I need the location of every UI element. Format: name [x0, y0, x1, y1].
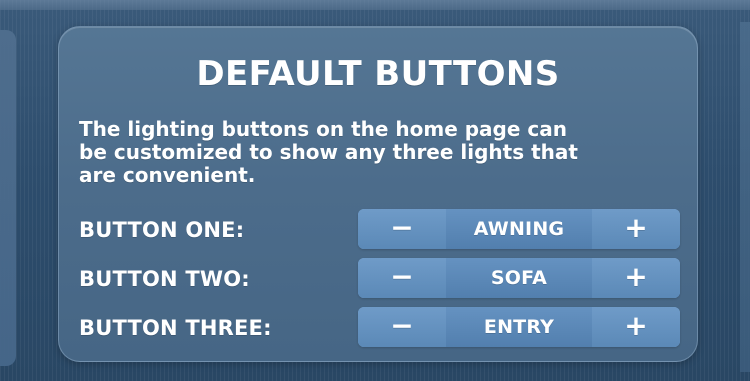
button-two-setting: BUTTON TWO: − SOFA +	[79, 258, 680, 298]
right-edge-panel	[740, 22, 750, 372]
panel-title: DEFAULT BUTTONS	[196, 54, 560, 94]
panel-description: The lighting buttons on the home page ca…	[79, 117, 578, 187]
plus-icon: +	[624, 211, 648, 244]
button-one-setting: BUTTON ONE: − AWNING +	[79, 209, 680, 249]
minus-icon: −	[390, 309, 414, 342]
plus-icon: +	[624, 260, 648, 293]
left-edge-panel	[0, 30, 16, 366]
button-two-stepper: − SOFA +	[358, 258, 680, 298]
minus-icon: −	[390, 211, 414, 244]
button-three-stepper: − ENTRY +	[358, 307, 680, 347]
button-three-decrement-button[interactable]: −	[358, 307, 446, 347]
plus-icon: +	[624, 309, 648, 342]
button-three-increment-button[interactable]: +	[592, 307, 680, 347]
button-two-label: BUTTON TWO:	[79, 267, 250, 291]
button-one-label: BUTTON ONE:	[79, 218, 245, 242]
button-three-value: ENTRY	[446, 307, 592, 347]
lighting-settings-screen: DEFAULT BUTTONS The lighting buttons on …	[0, 0, 750, 381]
button-two-decrement-button[interactable]: −	[358, 258, 446, 298]
default-buttons-panel: DEFAULT BUTTONS The lighting buttons on …	[58, 26, 698, 362]
top-edge-bar	[0, 0, 750, 10]
minus-icon: −	[390, 260, 414, 293]
button-one-increment-button[interactable]: +	[592, 209, 680, 249]
button-two-value: SOFA	[446, 258, 592, 298]
button-one-stepper: − AWNING +	[358, 209, 680, 249]
button-one-decrement-button[interactable]: −	[358, 209, 446, 249]
button-three-label: BUTTON THREE:	[79, 316, 272, 340]
button-two-increment-button[interactable]: +	[592, 258, 680, 298]
button-one-value: AWNING	[446, 209, 592, 249]
button-three-setting: BUTTON THREE: − ENTRY +	[79, 307, 680, 347]
